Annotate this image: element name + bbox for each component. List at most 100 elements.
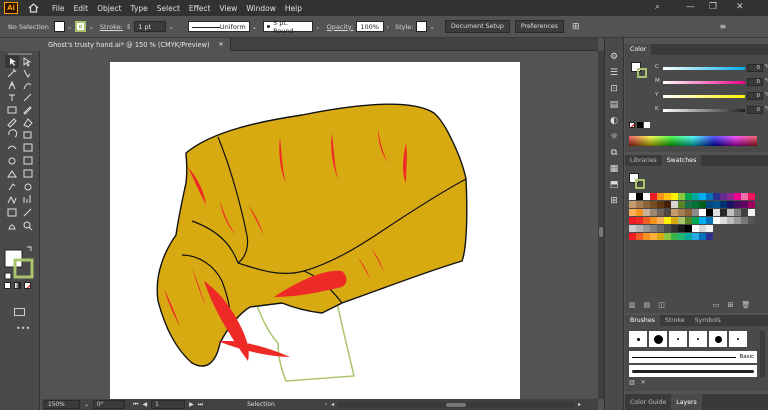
- swatch[interactable]: [671, 225, 678, 232]
- minimize-button[interactable]: —: [686, 2, 695, 12]
- search-icon[interactable]: ⌕: [655, 2, 660, 12]
- swatch[interactable]: [664, 201, 671, 208]
- zoom-field[interactable]: 150%: [44, 400, 80, 409]
- menu-view[interactable]: View: [220, 4, 238, 13]
- swatch[interactable]: [741, 209, 748, 216]
- first-artboard-icon[interactable]: ⏮: [133, 401, 138, 409]
- swatch[interactable]: [741, 193, 748, 200]
- brush-library-icon[interactable]: ▥: [629, 379, 635, 386]
- stroke-swatch[interactable]: [75, 21, 87, 32]
- swatch[interactable]: [685, 217, 692, 224]
- swatch[interactable]: [657, 209, 664, 216]
- brush-basic-row[interactable]: Basic: [629, 351, 757, 363]
- swatch[interactable]: [699, 217, 706, 224]
- swatch[interactable]: [671, 193, 678, 200]
- swatch[interactable]: [636, 209, 643, 216]
- swatch[interactable]: [720, 209, 727, 216]
- opacity-field[interactable]: 100%: [356, 21, 385, 32]
- menu-object[interactable]: Object: [97, 4, 121, 13]
- chevron-right-icon[interactable]: ›: [325, 401, 327, 408]
- swatch[interactable]: [713, 217, 720, 224]
- swatch[interactable]: [657, 225, 664, 232]
- swatch[interactable]: [657, 193, 664, 200]
- h-scrollbar-thumb[interactable]: [446, 402, 467, 407]
- menu-effect[interactable]: Effect: [189, 4, 211, 13]
- swatch[interactable]: [699, 225, 706, 232]
- swatch[interactable]: [706, 233, 713, 240]
- chevron-down-icon[interactable]: ⌄: [429, 23, 434, 31]
- swatch[interactable]: [671, 209, 678, 216]
- brush-dot-4[interactable]: [689, 331, 707, 347]
- k-value-field[interactable]: 0: [747, 106, 763, 114]
- tab-color-guide[interactable]: Color Guide: [625, 394, 671, 410]
- tab-symbols[interactable]: Symbols: [690, 315, 726, 326]
- swatch[interactable]: [650, 233, 657, 240]
- swatch[interactable]: [741, 217, 748, 224]
- swatch[interactable]: [643, 225, 650, 232]
- chevron-down-icon[interactable]: ⌄: [315, 23, 320, 31]
- swatch-grid[interactable]: [629, 193, 761, 241]
- chevron-right-icon[interactable]: ›: [386, 23, 389, 31]
- panel-menu-icon[interactable]: ≡: [719, 22, 726, 31]
- y-value-field[interactable]: 0: [747, 92, 763, 100]
- swatch[interactable]: [706, 225, 713, 232]
- menu-help[interactable]: Help: [285, 4, 302, 13]
- swatch[interactable]: [692, 217, 699, 224]
- swatch[interactable]: [734, 201, 741, 208]
- swatch[interactable]: [685, 225, 692, 232]
- swatch[interactable]: [650, 217, 657, 224]
- m-value-field[interactable]: 0: [747, 78, 763, 86]
- swatch[interactable]: [692, 193, 699, 200]
- color-stroke-swatch[interactable]: [637, 68, 647, 78]
- brush-definition[interactable]: 5 pt. Round: [263, 19, 314, 35]
- c-slider[interactable]: [663, 67, 745, 70]
- swatch-stroke-indicator[interactable]: [635, 179, 645, 189]
- swatch[interactable]: [650, 209, 657, 216]
- appearance-icon[interactable]: ◐: [610, 116, 618, 126]
- transform-icon[interactable]: ⊡: [610, 84, 618, 94]
- swatch[interactable]: [720, 217, 727, 224]
- remove-stroke-icon[interactable]: ✕: [641, 379, 646, 386]
- tab-swatches[interactable]: Swatches: [661, 155, 702, 166]
- style-swatch[interactable]: [416, 21, 428, 32]
- library-icon[interactable]: ⊞: [610, 196, 618, 206]
- swatch[interactable]: [713, 193, 720, 200]
- arrange-documents-icon[interactable]: ⊞: [572, 22, 580, 32]
- next-artboard-icon[interactable]: ▶: [189, 401, 194, 408]
- screen-mode-icon[interactable]: [14, 308, 25, 316]
- show-kinds-icon[interactable]: ▤: [644, 301, 651, 309]
- stroke-stepper[interactable]: ⇕: [126, 23, 131, 31]
- swatch[interactable]: [629, 233, 636, 240]
- export-icon[interactable]: ⬒: [610, 180, 619, 190]
- gradient-mode-icon[interactable]: [14, 282, 21, 289]
- sun-icon[interactable]: ☼: [610, 132, 618, 142]
- swatch[interactable]: [671, 217, 678, 224]
- swatch[interactable]: [636, 233, 643, 240]
- m-slider[interactable]: [663, 81, 745, 84]
- menu-select[interactable]: Select: [157, 4, 180, 13]
- canvas-area[interactable]: [42, 51, 598, 399]
- brush-dot-3[interactable]: [669, 331, 687, 347]
- swatch[interactable]: [699, 209, 706, 216]
- swatch[interactable]: [671, 201, 678, 208]
- chevron-down-icon[interactable]: ⌄: [84, 401, 89, 408]
- brushes-scrollbar[interactable]: [760, 331, 765, 377]
- swatch[interactable]: [706, 193, 713, 200]
- swatch[interactable]: [727, 217, 734, 224]
- swatch[interactable]: [748, 201, 755, 208]
- swatch-options-icon[interactable]: ◫: [658, 301, 665, 309]
- restore-button[interactable]: ❐: [709, 2, 717, 12]
- tab-color[interactable]: Color: [625, 44, 652, 55]
- new-swatch-icon[interactable]: ⊞: [728, 301, 734, 309]
- swatch[interactable]: [727, 201, 734, 208]
- chevron-down-icon[interactable]: ⌄: [88, 23, 93, 31]
- c-value-field[interactable]: 0: [747, 64, 763, 72]
- menu-window[interactable]: Window: [246, 4, 276, 13]
- swatch[interactable]: [629, 193, 636, 200]
- swatch[interactable]: [706, 209, 713, 216]
- brush-artistic-row[interactable]: [629, 365, 757, 377]
- swatch[interactable]: [741, 201, 748, 208]
- swatch[interactable]: [713, 209, 720, 216]
- color-spectrum[interactable]: [629, 136, 757, 146]
- swatch[interactable]: [748, 209, 755, 216]
